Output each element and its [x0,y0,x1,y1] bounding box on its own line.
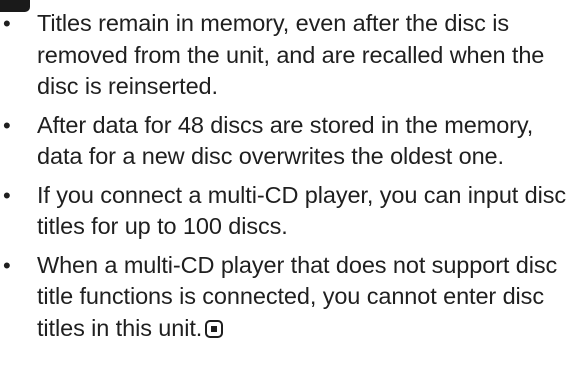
end-of-section-icon [205,319,224,338]
list-item: • If you connect a multi-CD player, you … [0,180,576,243]
list-item: • After data for 48 discs are stored in … [0,110,576,173]
bullet-icon: • [3,11,11,36]
list-item: • Titles remain in memory, even after th… [0,8,576,103]
list-item: • When a multi-CD player that does not s… [0,250,576,345]
list-item-text: When a multi-CD player that does not sup… [37,251,558,341]
bullet-icon: • [3,112,11,138]
note-list: • Titles remain in memory, even after th… [0,8,576,351]
bullet-icon: • [3,182,11,208]
list-item-text: After data for 48 discs are stored in th… [37,111,534,170]
list-item-text: If you connect a multi-CD player, you ca… [37,181,567,240]
bullet-icon: • [3,252,11,278]
list-item-text: Titles remain in memory, even after the … [37,10,545,99]
